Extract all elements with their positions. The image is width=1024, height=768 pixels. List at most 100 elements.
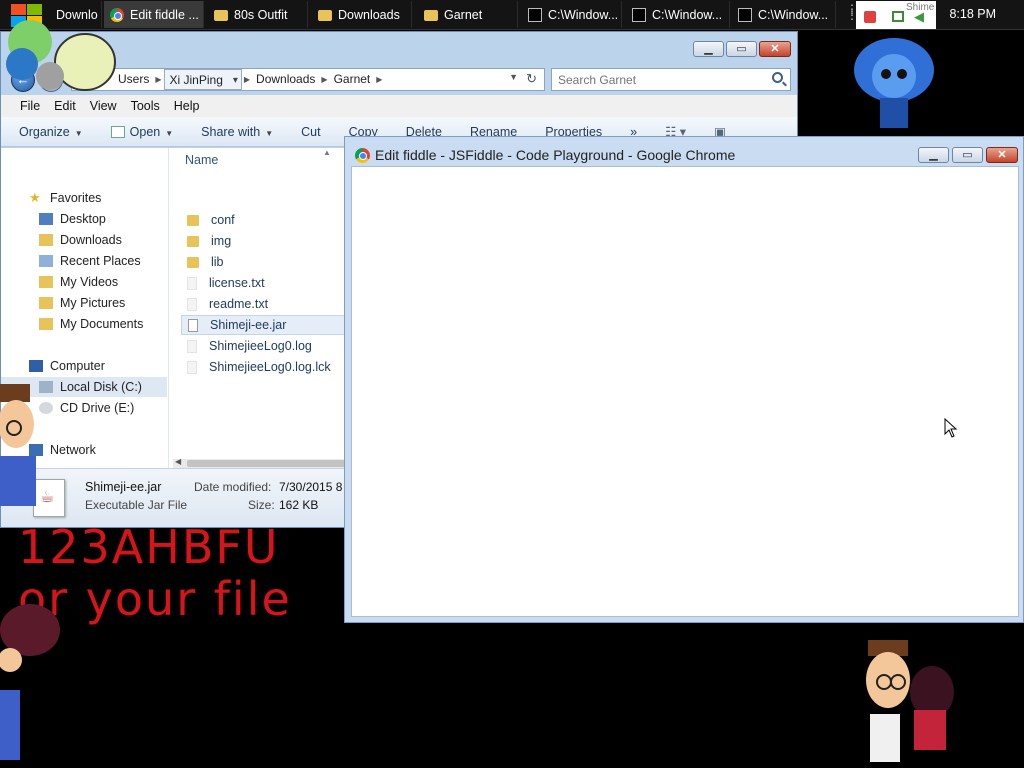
shimeji-lapis-sprite[interactable]: [848, 30, 940, 132]
shimeji-hank-sprite[interactable]: [0, 384, 40, 514]
taskbar-item-label: C:\Window...: [548, 7, 619, 22]
nav-my-pictures[interactable]: My Pictures: [1, 293, 167, 313]
shimeji-peridot-sprite[interactable]: [0, 2, 122, 94]
file-row-lib[interactable]: lib: [181, 252, 345, 272]
chrome-window-title[interactable]: Edit fiddle - JSFiddle - Code Playground…: [375, 147, 735, 163]
taskbar-item-label: 80s Outfit: [234, 7, 288, 22]
minimize-button[interactable]: ▁: [693, 41, 724, 57]
chevron-down-icon: ▼: [165, 128, 174, 138]
lock-file-icon: [187, 360, 197, 374]
details-size-label: Size:: [248, 498, 275, 512]
command-prompt-icon: [738, 7, 752, 22]
file-row-img[interactable]: img: [181, 231, 345, 251]
notification-tray: Shime ◀: [856, 1, 936, 29]
address-bar[interactable]: Users ▶ Xi JinPing ▶ Downloads ▶ Garnet …: [71, 68, 545, 91]
file-name: lib: [211, 255, 224, 269]
file-name: conf: [211, 213, 235, 227]
scrollbar-thumb[interactable]: [187, 460, 345, 467]
share-with-button[interactable]: Share with ▼: [201, 125, 273, 139]
refresh-icon[interactable]: ↻: [526, 71, 537, 87]
nav-favorites[interactable]: ★ Favorites: [1, 188, 167, 208]
desktop-icon: [39, 213, 53, 225]
taskbar-item-garnet[interactable]: Garnet: [418, 1, 518, 28]
folder-icon: [214, 10, 228, 21]
folder-icon: [39, 276, 53, 288]
breadcrumb-downloads[interactable]: Downloads: [252, 69, 319, 90]
desktop: 123AHBFU or your file Downlo Edit fiddle…: [0, 0, 1024, 768]
taskbar-item-downloads[interactable]: Downloads: [312, 1, 412, 28]
explorer-window-controls: ▁ ▭ ✕: [693, 41, 791, 57]
taskbar-item-label: Edit fiddle ...: [130, 7, 199, 22]
nav-desktop[interactable]: Desktop: [1, 209, 167, 229]
maximize-button[interactable]: ▭: [952, 147, 983, 163]
nav-my-documents[interactable]: My Documents: [1, 314, 167, 334]
shimeji-garnet-sprite-left[interactable]: [0, 600, 64, 768]
breadcrumb-garnet[interactable]: Garnet: [330, 69, 375, 90]
breadcrumb-separator-icon[interactable]: ▶: [319, 75, 329, 84]
close-button[interactable]: ✕: [986, 147, 1018, 163]
search-icon[interactable]: [772, 72, 783, 83]
clock[interactable]: 8:18 PM: [949, 7, 996, 21]
folder-icon: [187, 256, 199, 268]
chrome-icon: [355, 148, 370, 163]
taskbar-item-label: Downloads: [338, 7, 400, 22]
menu-file[interactable]: File: [13, 99, 47, 113]
file-row-readme[interactable]: readme.txt: [181, 294, 345, 314]
chrome-page-content[interactable]: [351, 166, 1019, 617]
close-button[interactable]: ✕: [759, 41, 791, 57]
nav-my-videos[interactable]: My Videos: [1, 272, 167, 292]
taskbar-item-80s-outfit[interactable]: 80s Outfit: [208, 1, 308, 28]
network-icon[interactable]: [892, 11, 904, 22]
nav-downloads[interactable]: Downloads: [1, 230, 167, 250]
maximize-button[interactable]: ▭: [726, 41, 757, 57]
taskbar-item-label: C:\Window...: [758, 7, 829, 22]
details-size-value: 162 KB: [279, 498, 319, 512]
horizontal-scrollbar[interactable]: ◀: [173, 457, 345, 468]
menu-view[interactable]: View: [83, 99, 124, 113]
nav-my-pictures-label: My Pictures: [60, 296, 126, 310]
maximize-icon: ▭: [736, 42, 747, 55]
nav-recent-places[interactable]: Recent Places: [1, 251, 167, 271]
volume-icon[interactable]: ◀: [914, 9, 924, 25]
taskbar-item-cmd-3[interactable]: C:\Window...: [732, 1, 836, 28]
text-file-icon: [187, 297, 197, 311]
scroll-left-icon[interactable]: ◀: [175, 457, 181, 466]
file-name: license.txt: [209, 276, 265, 290]
taskbar-item-label: C:\Window...: [652, 7, 723, 22]
taskbar-item-cmd-1[interactable]: C:\Window...: [522, 1, 622, 28]
share-with-label: Share with: [201, 124, 261, 139]
desktop-warning-line-1: 123AHBFU: [18, 520, 280, 574]
breadcrumb-separator-icon[interactable]: ▶: [242, 75, 252, 84]
search-input[interactable]: [552, 69, 752, 90]
cut-button[interactable]: Cut: [301, 125, 320, 139]
text-file-icon: [187, 276, 197, 290]
menu-edit[interactable]: Edit: [47, 99, 83, 113]
breadcrumb-separator-icon[interactable]: ▶: [374, 75, 384, 84]
address-dropdown-icon[interactable]: ▼: [509, 72, 518, 82]
taskbar-item-cmd-2[interactable]: C:\Window...: [626, 1, 730, 28]
open-with-icon: [110, 125, 125, 138]
chrome-window: Edit fiddle - JSFiddle - Code Playground…: [344, 136, 1024, 623]
file-row-license[interactable]: license.txt: [181, 273, 345, 293]
file-name: readme.txt: [209, 297, 269, 311]
star-icon: ★: [29, 190, 41, 205]
file-row-shimeji-jar[interactable]: Shimeji-ee.jar: [181, 315, 345, 335]
cd-drive-icon: [39, 402, 53, 414]
file-row-conf[interactable]: conf: [181, 210, 345, 230]
sort-ascending-icon[interactable]: ▲: [323, 148, 331, 157]
file-row-log[interactable]: ShimejieeLog0.log: [181, 336, 345, 356]
menu-tools[interactable]: Tools: [124, 99, 167, 113]
shimeji-hank-garnet-sprite[interactable]: [862, 640, 962, 768]
breadcrumb-separator-icon[interactable]: ▶: [153, 75, 163, 84]
menu-help[interactable]: Help: [167, 99, 207, 113]
organize-button[interactable]: Organize ▼: [19, 125, 83, 139]
tray-shield-icon[interactable]: [864, 11, 876, 23]
open-button[interactable]: Open ▼: [110, 125, 174, 139]
file-row-log-lck[interactable]: ShimejieeLog0.log.lck: [181, 357, 345, 377]
column-header-name[interactable]: Name: [185, 153, 218, 167]
folder-icon: [39, 297, 53, 309]
nav-computer[interactable]: Computer: [1, 356, 167, 376]
breadcrumb-xi-jinping[interactable]: Xi JinPing: [163, 69, 242, 91]
search-box[interactable]: [551, 68, 791, 91]
minimize-button[interactable]: ▁: [918, 147, 949, 163]
